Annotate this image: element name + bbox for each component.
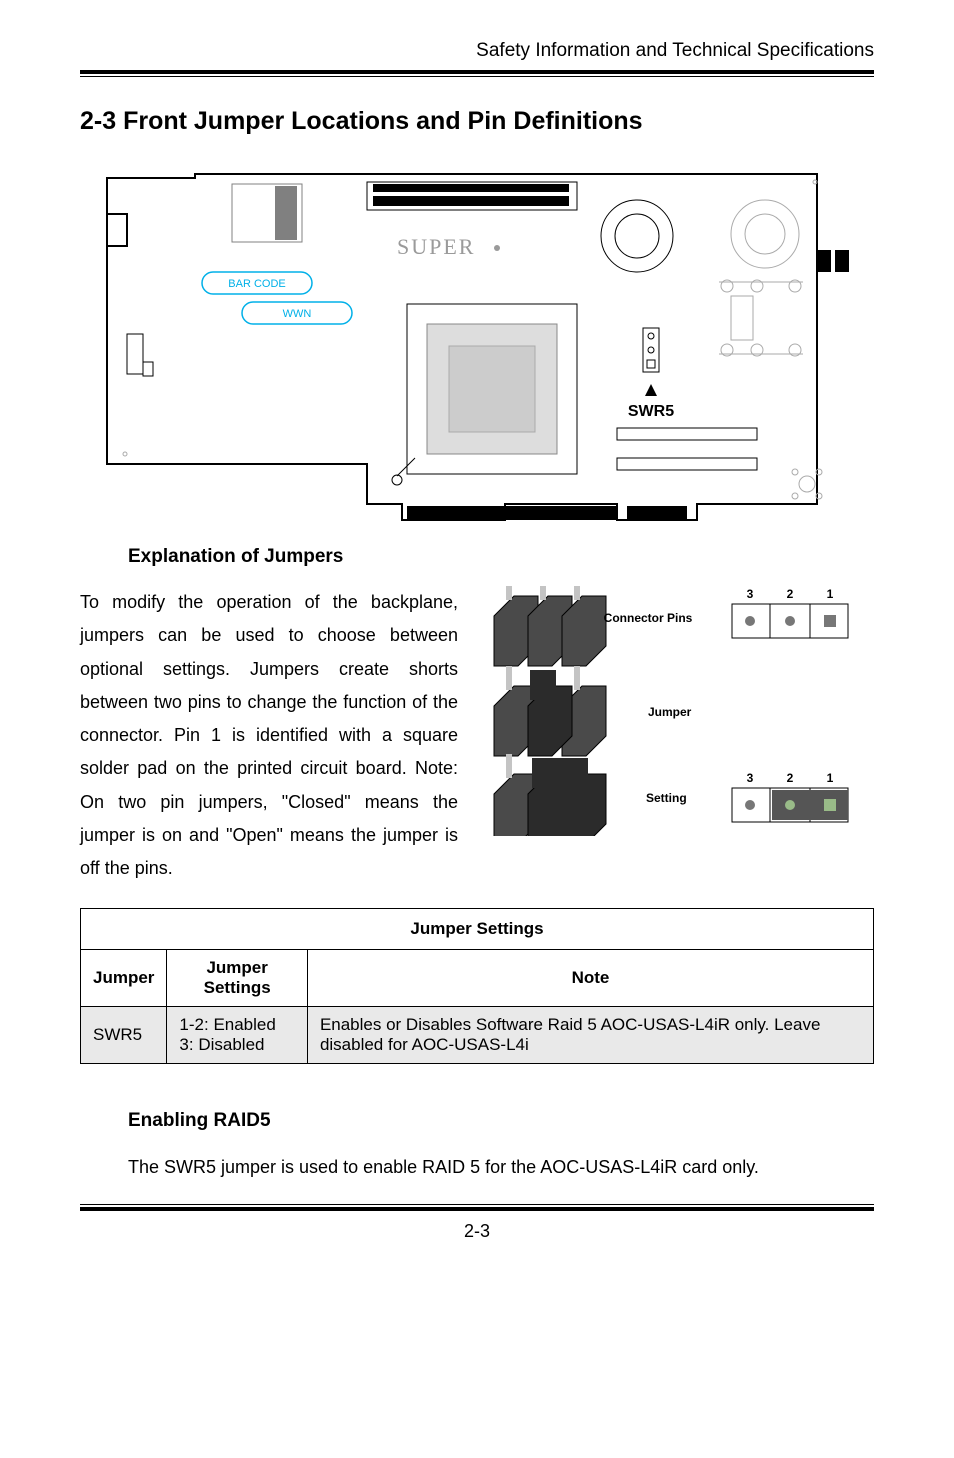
svg-text:2: 2 <box>787 771 794 785</box>
table-row: SWR5 1-2: Enabled 3: Disabled Enables or… <box>81 1006 874 1063</box>
page-number: 2-3 <box>80 1221 874 1242</box>
header-rule-thick <box>80 70 874 74</box>
th-note: Note <box>307 949 873 1006</box>
brand-text: SUPER <box>397 234 475 259</box>
header-rule-thin <box>80 76 874 77</box>
th-jumper: Jumper <box>81 949 167 1006</box>
table-title: Jumper Settings <box>81 908 874 949</box>
wwn-label: WWN <box>283 308 312 320</box>
pcb-diagram: SUPER BAR CODE WWN SWR5 <box>97 164 857 524</box>
running-header: Safety Information and Technical Specifi… <box>80 40 874 70</box>
connector-pins-label: Connector Pins <box>604 611 693 625</box>
swr5-label: SWR5 <box>628 403 674 420</box>
svg-text:1: 1 <box>827 771 834 785</box>
raid5-heading: Enabling RAID5 <box>128 1110 874 1132</box>
explanation-text: To modify the operation of the backplane… <box>80 586 458 886</box>
explanation-heading: Explanation of Jumpers <box>128 546 874 568</box>
jumper-settings-table: Jumper Settings Jumper Jumper Settings N… <box>80 908 874 1064</box>
barcode-label: BAR CODE <box>228 278 285 290</box>
th-settings: Jumper Settings <box>167 949 308 1006</box>
jumper-label: Jumper <box>648 705 692 719</box>
cell-jumper: SWR5 <box>81 1006 167 1063</box>
svg-text:1: 1 <box>827 587 834 601</box>
footer-rule-thin <box>80 1204 874 1205</box>
setting-label: Setting <box>646 791 687 805</box>
footer-rule-thick <box>80 1207 874 1211</box>
svg-text:3: 3 <box>747 771 754 785</box>
jumper-explanation-diagram: Connector Pins 3 2 1 <box>474 586 874 836</box>
svg-text:2: 2 <box>787 587 794 601</box>
section-title: 2-3 Front Jumper Locations and Pin Defin… <box>80 107 874 136</box>
svg-text:3: 3 <box>747 587 754 601</box>
raid5-text: The SWR5 jumper is used to enable RAID 5… <box>128 1152 874 1183</box>
cell-settings: 1-2: Enabled 3: Disabled <box>167 1006 308 1063</box>
cell-note: Enables or Disables Software Raid 5 AOC-… <box>307 1006 873 1063</box>
